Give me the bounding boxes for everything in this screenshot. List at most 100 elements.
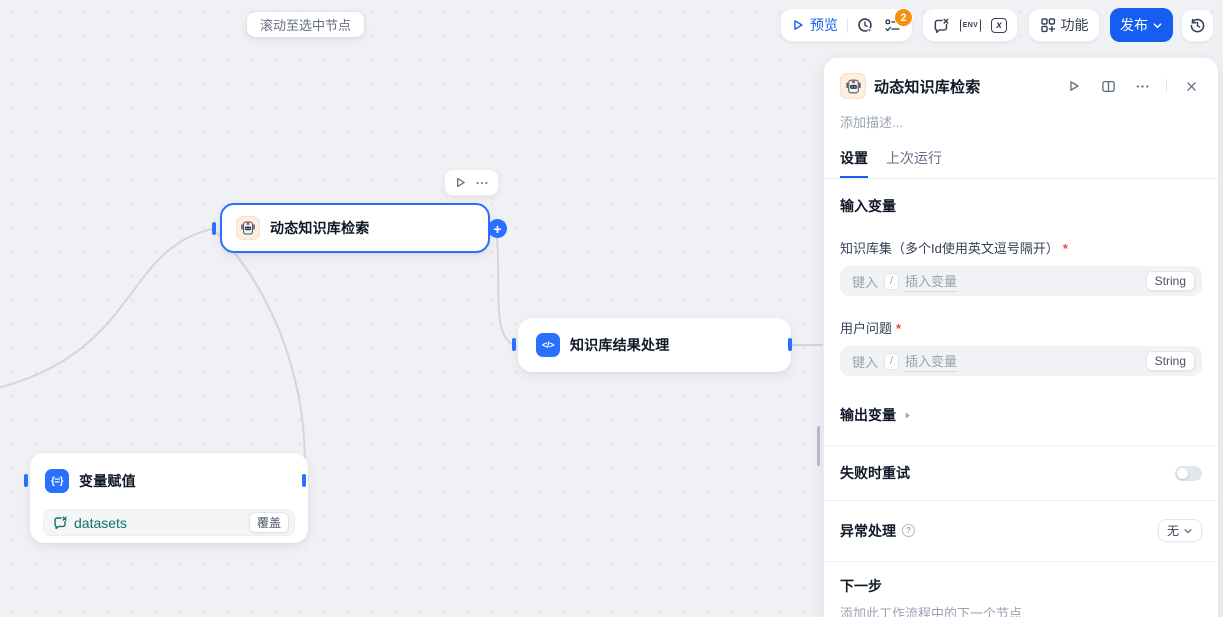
slash-key-icon: / xyxy=(884,353,899,370)
error-handling-label: 异常处理 xyxy=(840,521,896,541)
features-label: 功能 xyxy=(1061,15,1089,35)
node-play-icon[interactable] xyxy=(454,176,467,189)
type-badge: String xyxy=(1146,351,1195,371)
field-label: 用户问题 * xyxy=(840,318,1202,337)
next-step-heading: 下一步 xyxy=(840,576,1202,596)
header-divider xyxy=(1166,79,1167,93)
chevron-down-icon xyxy=(1183,526,1193,536)
help-icon: ? xyxy=(902,524,915,537)
version-history-button[interactable] xyxy=(1181,9,1214,42)
user-question-input[interactable]: 键入 / 插入变量 String xyxy=(840,346,1202,376)
placeholder-insert-variable[interactable]: 插入变量 xyxy=(905,271,957,292)
panel-header: 动态知识库检索 xyxy=(824,58,1218,99)
port-code-right[interactable] xyxy=(788,338,792,351)
chat-x-icon xyxy=(933,17,950,34)
panel-title: 动态知识库检索 xyxy=(874,76,1053,97)
features-button[interactable]: 功能 xyxy=(1035,12,1094,38)
port-code-left[interactable] xyxy=(512,338,516,351)
node-more-icon[interactable] xyxy=(475,176,489,190)
code-icon: </> xyxy=(536,333,560,357)
more-icon xyxy=(1135,79,1150,94)
write-mode-badge: 覆盖 xyxy=(249,512,289,533)
tab-settings[interactable]: 设置 xyxy=(840,148,868,178)
type-badge: String xyxy=(1146,271,1195,291)
chevron-down-icon xyxy=(1152,20,1163,31)
edge-offscreen-to-dynamic xyxy=(0,229,212,392)
assigner-icon: {=} xyxy=(45,469,69,493)
field-label: 知识库集（多个Id使用英文逗号隔开） * xyxy=(840,238,1202,257)
x-square-icon: x xyxy=(991,18,1007,33)
workflow-editor: { "tooltip": { "text": "滚动至选中节点" }, "too… xyxy=(0,0,1223,616)
node-config-panel: 动态知识库检索 添加描述... 设置 上次运行 输入变量 xyxy=(823,57,1219,617)
play-icon xyxy=(791,18,805,32)
retry-toggle[interactable] xyxy=(1175,466,1202,481)
toolbar-group-variables: ENV x xyxy=(922,8,1018,42)
more-options-button[interactable] xyxy=(1129,73,1155,99)
description-input[interactable]: 添加描述... xyxy=(840,112,1202,131)
checklist-count-badge: 2 xyxy=(894,8,913,27)
error-handling-value: 无 xyxy=(1167,522,1179,539)
placeholder-insert-variable[interactable]: 插入变量 xyxy=(905,351,957,372)
input-variables-heading: 输入变量 xyxy=(840,196,1202,216)
node-hover-toolbar xyxy=(444,169,499,196)
port-assigner-right[interactable] xyxy=(302,474,306,487)
run-history-button[interactable] xyxy=(852,12,879,38)
required-asterisk: * xyxy=(896,321,901,336)
port-assigner-left[interactable] xyxy=(24,474,28,487)
chat-x-icon xyxy=(53,515,68,530)
publish-button[interactable]: 发布 xyxy=(1110,8,1173,42)
clock-run-icon xyxy=(857,17,874,34)
edge-assign-to-dynamic xyxy=(214,230,305,478)
toggle-knob xyxy=(1177,468,1188,479)
play-icon xyxy=(1067,79,1081,93)
node-variable-assigner[interactable]: {=} 变量赋值 datasets 覆盖 xyxy=(30,453,308,543)
preview-button[interactable]: 预览 xyxy=(786,12,843,38)
robot-icon xyxy=(236,216,260,240)
tooltip-scroll-to-node: 滚动至选中节点 xyxy=(247,12,364,37)
node-knowledge-result-processing[interactable]: </> 知识库结果处理 xyxy=(518,318,791,372)
preview-label: 预览 xyxy=(810,15,838,35)
input-variables-section: 输入变量 知识库集（多个Id使用英文逗号隔开） * 键入 / 插入变量 Strin… xyxy=(824,179,1218,445)
error-handling-select[interactable]: 无 xyxy=(1158,519,1202,542)
output-variables-toggle[interactable]: 输出变量 xyxy=(840,405,1202,445)
toolbar-group-features: 功能 xyxy=(1028,8,1100,42)
conversation-variables-button[interactable] xyxy=(928,12,955,38)
close-panel-button[interactable] xyxy=(1178,73,1204,99)
edge-dynamic-to-code xyxy=(497,238,512,344)
env-icon: ENV xyxy=(960,19,981,32)
next-step-description: 添加此工作流程中的下一个节点 xyxy=(840,603,1202,617)
robot-icon xyxy=(840,73,866,99)
port-dynamic-left[interactable] xyxy=(212,222,216,235)
toolbar-divider xyxy=(847,18,848,33)
knowledge-ids-input[interactable]: 键入 / 插入变量 String xyxy=(840,266,1202,296)
columns-icon xyxy=(1101,79,1116,94)
tooltip-text: 滚动至选中节点 xyxy=(260,15,351,34)
slash-key-icon: / xyxy=(884,273,899,290)
retry-section: 失败时重试 xyxy=(824,446,1218,500)
close-icon xyxy=(1185,80,1198,93)
next-step-section: 下一步 添加此工作流程中的下一个节点 </> xyxy=(824,562,1218,617)
publish-label: 发布 xyxy=(1120,15,1148,35)
placeholder-type: 键入 xyxy=(852,352,878,371)
history-icon xyxy=(1189,17,1206,34)
variable-inspector-button[interactable]: x xyxy=(986,12,1012,38)
field-label-text: 知识库集（多个Id使用英文逗号隔开） xyxy=(840,241,1059,256)
error-handling-section: 异常处理 ? 无 xyxy=(824,501,1218,561)
node-dynamic-knowledge-retrieval[interactable]: 动态知识库检索 xyxy=(220,203,490,253)
placeholder-type: 键入 xyxy=(852,272,878,291)
node-title: 知识库结果处理 xyxy=(570,335,669,355)
tab-last-run[interactable]: 上次运行 xyxy=(886,148,942,178)
run-node-button[interactable] xyxy=(1061,73,1087,99)
caret-right-icon xyxy=(903,411,912,420)
environment-variables-button[interactable]: ENV xyxy=(955,12,986,38)
retry-label: 失败时重试 xyxy=(840,463,910,483)
field-label-text: 用户问题 xyxy=(840,321,892,336)
variable-name: datasets xyxy=(74,515,127,531)
panel-scrollbar[interactable] xyxy=(817,426,820,466)
blocks-plus-icon xyxy=(1040,17,1056,33)
node-title: 变量赋值 xyxy=(79,471,136,491)
split-view-button[interactable] xyxy=(1095,73,1121,99)
assigned-variable-row[interactable]: datasets 覆盖 xyxy=(43,509,295,536)
add-next-node-button[interactable]: + xyxy=(488,219,507,238)
required-asterisk: * xyxy=(1063,241,1068,256)
